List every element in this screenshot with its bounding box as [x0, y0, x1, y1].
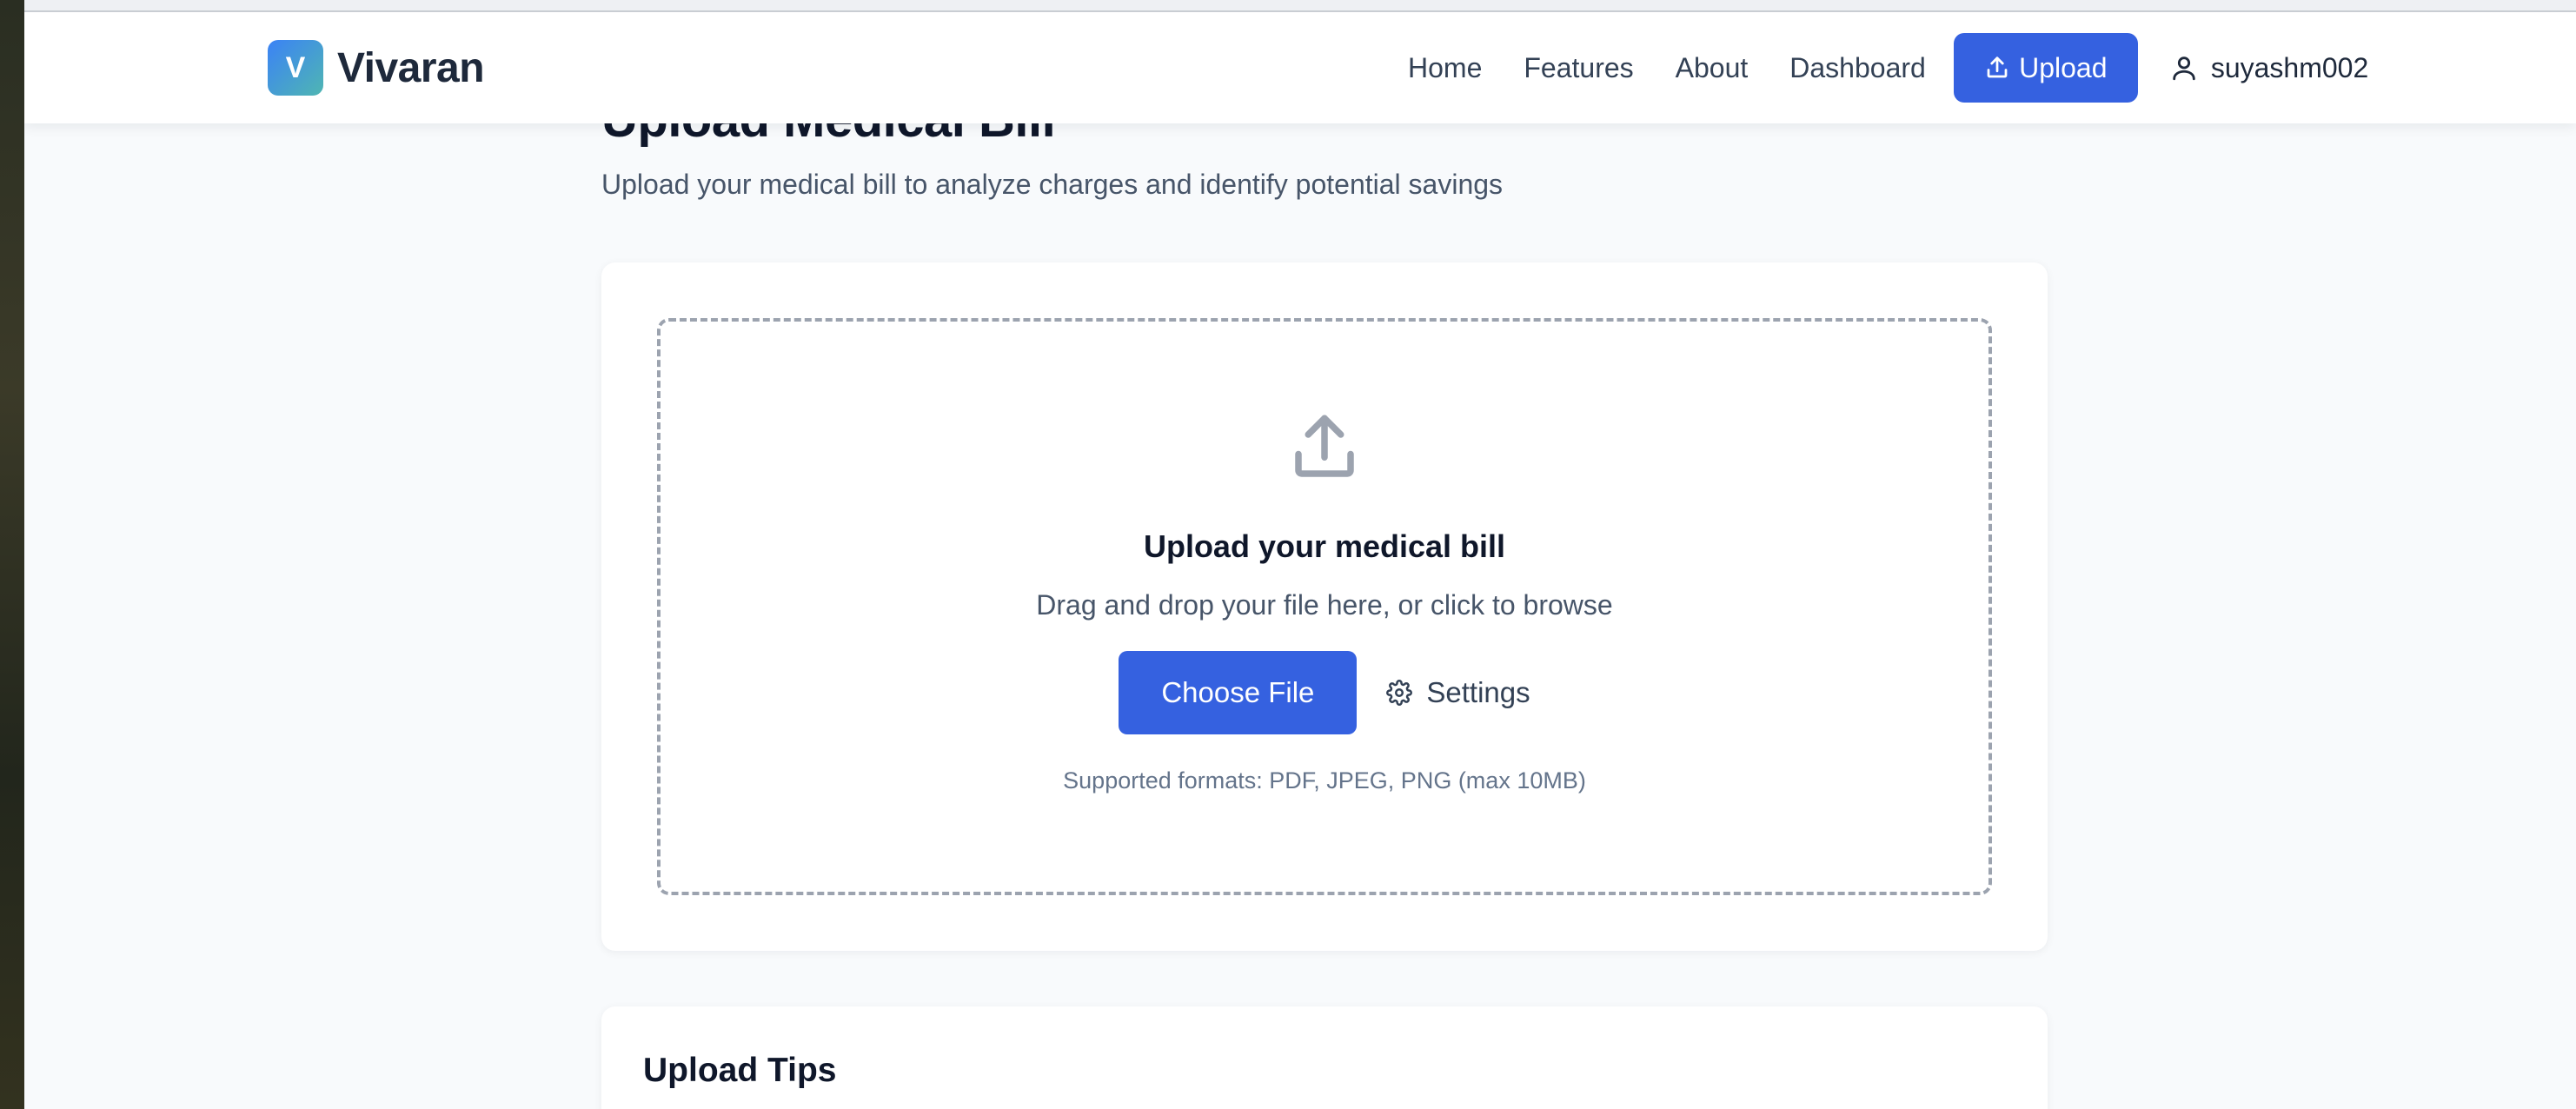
username: suyashm002: [2210, 51, 2369, 83]
dropzone-actions: Choose File Settings: [1119, 651, 1530, 734]
main-nav: Home Features About Dashboard Upload suy…: [1408, 33, 2368, 103]
upload-tips-title: Upload Tips: [643, 1052, 837, 1089]
brand-name: Vivaran: [337, 44, 485, 91]
browser-chrome-edge: [24, 0, 2576, 12]
nav-upload-button[interactable]: Upload: [1953, 33, 2138, 103]
supported-formats-note: Supported formats: PDF, JPEG, PNG (max 1…: [1063, 767, 1586, 794]
nav-upload-label: Upload: [2019, 51, 2108, 83]
brand-mark-icon: V: [268, 40, 323, 96]
file-dropzone[interactable]: Upload your medical bill Drag and drop y…: [657, 318, 1992, 895]
upload-tips-card: Upload Tips: [601, 1006, 2048, 1109]
upload-tray-icon: [1295, 415, 1354, 477]
nav-about-link[interactable]: About: [1676, 52, 1749, 84]
dropzone-title: Upload your medical bill: [1143, 528, 1506, 564]
brand-logo[interactable]: V Vivaran: [268, 40, 485, 96]
app-window: Upload Medical Bill Upload your medical …: [0, 0, 2576, 1109]
dropzone-subtitle: Drag and drop your file here, or click t…: [1036, 589, 1613, 621]
top-navbar: V Vivaran Home Features About Dashboard …: [24, 12, 2576, 123]
page-subtitle: Upload your medical bill to analyze char…: [601, 169, 1504, 200]
settings-button[interactable]: Settings: [1386, 676, 1530, 709]
upload-card: Upload your medical bill Drag and drop y…: [601, 262, 2048, 951]
upload-icon: [1987, 56, 2008, 78]
desktop-edge: [0, 0, 24, 1109]
nav-dashboard-link[interactable]: Dashboard: [1789, 52, 1926, 84]
nav-home-link[interactable]: Home: [1408, 52, 1482, 84]
user-icon: [2173, 56, 2195, 81]
user-menu[interactable]: suyashm002: [2169, 52, 2368, 84]
choose-file-button[interactable]: Choose File: [1119, 651, 1358, 734]
gear-icon: [1386, 680, 1413, 706]
nav-features-link[interactable]: Features: [1524, 52, 1633, 84]
settings-label: Settings: [1426, 676, 1530, 708]
